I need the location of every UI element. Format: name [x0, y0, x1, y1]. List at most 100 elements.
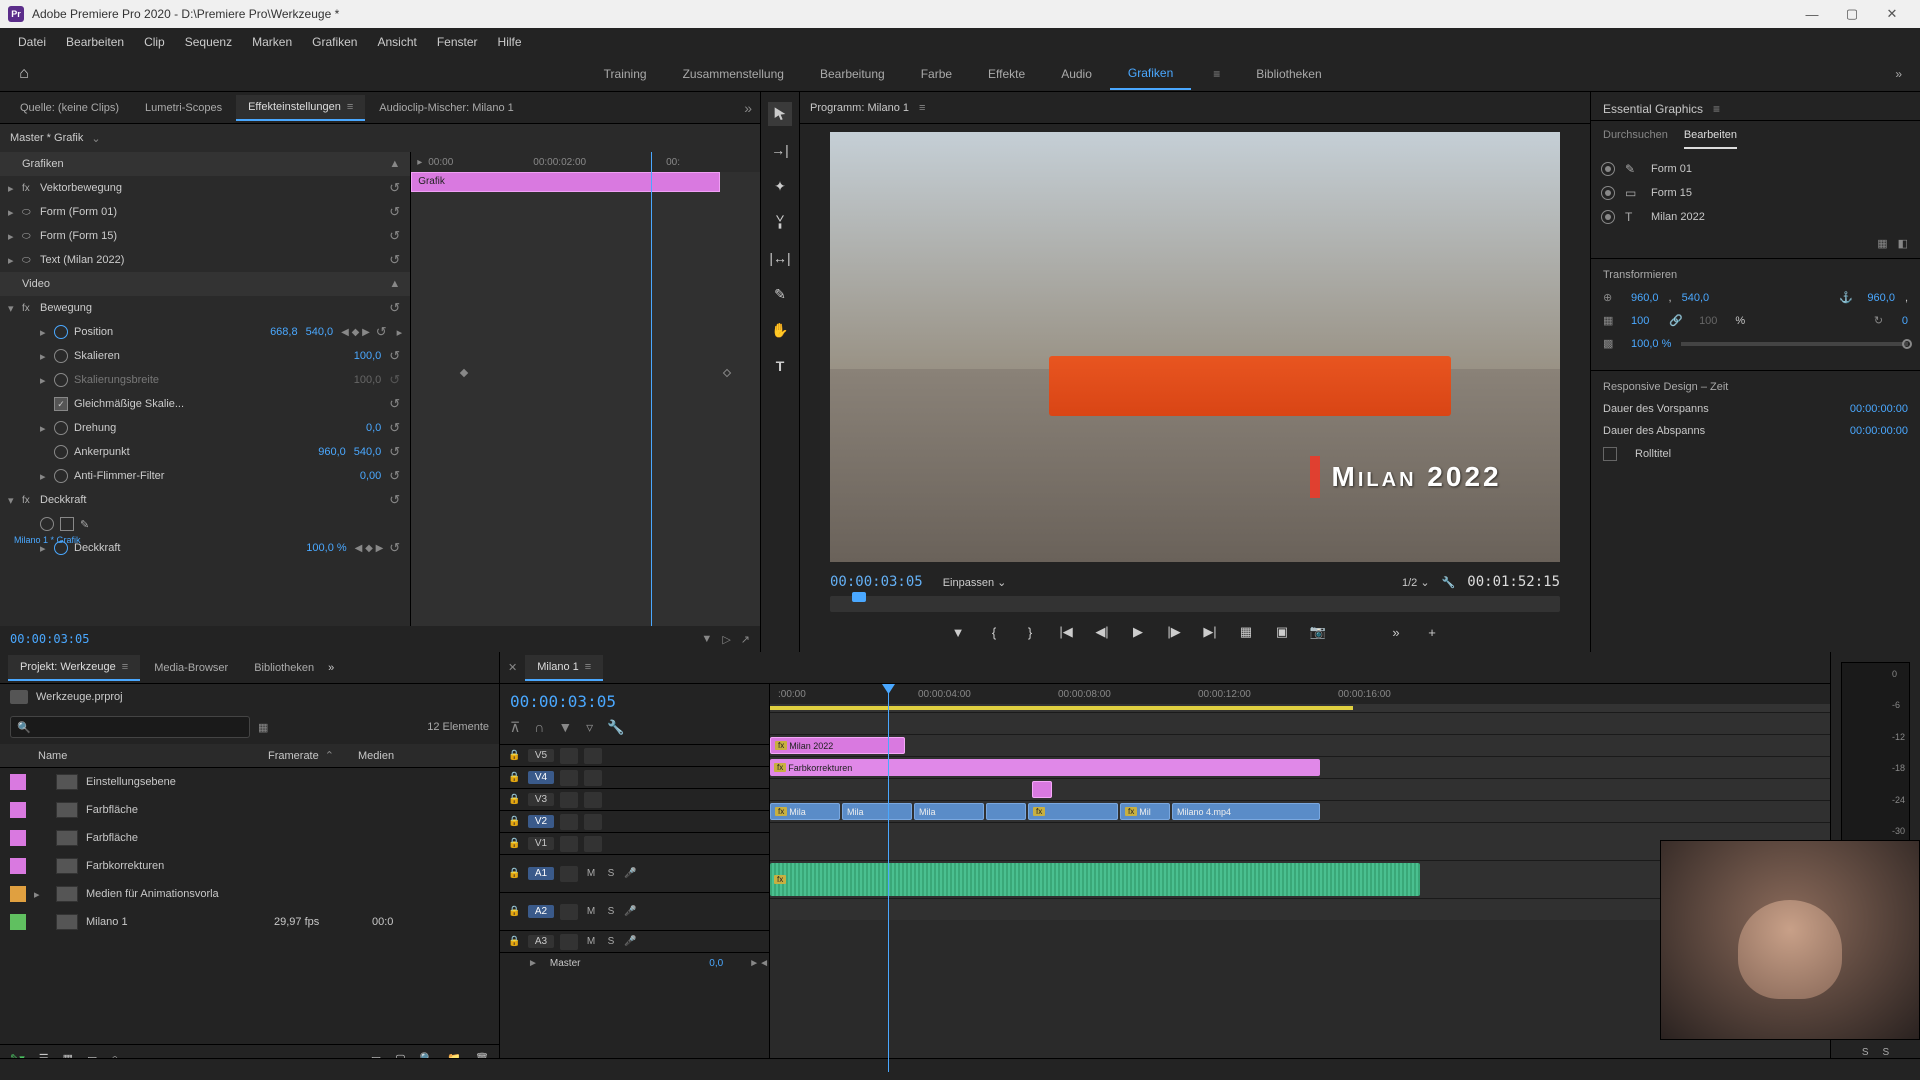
- ec-clip[interactable]: Milano 1 * Grafik: [10, 124, 81, 652]
- mark-out-button[interactable]: }: [1018, 620, 1042, 644]
- menu-fenster[interactable]: Fenster: [427, 31, 488, 53]
- menu-clip[interactable]: Clip: [134, 31, 175, 53]
- eg-outro[interactable]: Dauer des Abspanns00:00:00:00: [1603, 425, 1908, 437]
- play-only-icon[interactable]: ▷: [722, 633, 730, 646]
- tl-timecode[interactable]: 00:00:03:05: [510, 692, 616, 711]
- snap-icon[interactable]: ⊼: [510, 719, 520, 736]
- loop-icon[interactable]: ↗: [741, 633, 750, 646]
- ws-color[interactable]: Farbe: [903, 59, 970, 89]
- wrench-icon[interactable]: 🔧: [607, 719, 624, 736]
- ws-audio[interactable]: Audio: [1043, 59, 1110, 89]
- export-frame-button[interactable]: 📷: [1306, 620, 1330, 644]
- ws-overflow-icon[interactable]: »: [1877, 59, 1920, 89]
- tab-lumetri[interactable]: Lumetri-Scopes: [133, 96, 234, 120]
- eg-intro[interactable]: Dauer des Vorspanns00:00:00:00: [1603, 403, 1908, 415]
- track-select-tool[interactable]: →|: [768, 138, 792, 162]
- slip-tool[interactable]: |↔|: [768, 246, 792, 270]
- keyframe-diamond[interactable]: [723, 369, 731, 377]
- new-layer-icon[interactable]: ▦: [1877, 237, 1887, 250]
- solo-left[interactable]: S: [1862, 1047, 1869, 1058]
- maximize-button[interactable]: ▢: [1832, 0, 1872, 28]
- playhead[interactable]: [888, 684, 889, 1072]
- selection-tool[interactable]: [768, 102, 792, 126]
- program-viewer[interactable]: Milan 2022: [830, 132, 1560, 562]
- track-v1[interactable]: 🔒V1: [500, 832, 769, 854]
- menu-grafiken[interactable]: Grafiken: [302, 31, 367, 53]
- keyframe-diamond[interactable]: [460, 369, 468, 377]
- prog-timecode[interactable]: 00:00:03:05: [830, 574, 923, 590]
- add-button[interactable]: +: [1420, 620, 1444, 644]
- prog-fit-dropdown[interactable]: Einpassen ⌄: [943, 576, 1007, 589]
- eg-layer-form15[interactable]: ▭Form 15: [1601, 181, 1910, 205]
- ws-training[interactable]: Training: [586, 59, 665, 89]
- ws-assembly[interactable]: Zusammenstellung: [665, 59, 802, 89]
- wrench-icon[interactable]: 🔧: [1442, 576, 1456, 589]
- eg-roll[interactable]: Rolltitel: [1603, 447, 1908, 461]
- pen-tool[interactable]: ✎: [768, 282, 792, 306]
- ws-effects[interactable]: Effekte: [970, 59, 1043, 89]
- track-a3[interactable]: 🔒A3MS🎤: [500, 930, 769, 952]
- go-to-in-button[interactable]: |◀: [1054, 620, 1078, 644]
- tabs-overflow-icon[interactable]: »: [328, 662, 334, 674]
- tab-media-browser[interactable]: Media-Browser: [142, 656, 240, 680]
- prog-scrubber[interactable]: [830, 596, 1560, 612]
- view-icon[interactable]: ▦: [258, 721, 268, 734]
- linked-sel-icon[interactable]: ∩: [534, 719, 544, 736]
- tl-settings-icon[interactable]: ▿: [586, 719, 593, 736]
- group-layer-icon[interactable]: ◧: [1898, 237, 1908, 250]
- ec-graphic-clip[interactable]: Grafik: [411, 172, 720, 192]
- lift-button[interactable]: ▦: [1234, 620, 1258, 644]
- eg-position[interactable]: ⊕960,0,540,0⚓960,0,: [1603, 291, 1908, 304]
- ec-mini-timeline[interactable]: ▸ 00:00 00:00:02:00 00: Grafik: [410, 152, 760, 626]
- close-seq-icon[interactable]: ✕: [508, 661, 517, 674]
- close-button[interactable]: ✕: [1872, 0, 1912, 28]
- mark-in-button[interactable]: {: [982, 620, 1006, 644]
- menu-ansicht[interactable]: Ansicht: [367, 31, 426, 53]
- tab-libraries[interactable]: Bibliotheken: [242, 656, 326, 680]
- ws-graphics[interactable]: Grafiken: [1110, 58, 1191, 90]
- hand-tool[interactable]: ✋: [768, 318, 792, 342]
- track-v5[interactable]: 🔒V5: [500, 744, 769, 766]
- prog-res-dropdown[interactable]: 1/2 ⌄: [1402, 576, 1430, 589]
- extract-button[interactable]: ▣: [1270, 620, 1294, 644]
- button-editor-icon[interactable]: »: [1384, 620, 1408, 644]
- ec-playhead[interactable]: [651, 152, 652, 626]
- eg-scale[interactable]: ▦100🔗100%↻0: [1603, 314, 1908, 327]
- mark-in-icon[interactable]: ▼: [946, 620, 970, 644]
- ws-editing[interactable]: Bearbeitung: [802, 59, 903, 89]
- track-a1[interactable]: 🔒A1MS🎤: [500, 854, 769, 892]
- eg-opacity[interactable]: ▩100,0 %: [1603, 337, 1908, 350]
- razor-tool[interactable]: [768, 210, 792, 234]
- minimize-button[interactable]: —: [1792, 0, 1832, 28]
- track-v2[interactable]: 🔒V2: [500, 810, 769, 832]
- track-v3[interactable]: 🔒V3: [500, 788, 769, 810]
- eg-menu-icon[interactable]: ≡: [1713, 102, 1720, 116]
- menu-hilfe[interactable]: Hilfe: [488, 31, 532, 53]
- track-v4[interactable]: 🔒V4: [500, 766, 769, 788]
- ws-libraries[interactable]: Bibliotheken: [1238, 59, 1339, 89]
- tab-sequence[interactable]: Milano 1≡: [525, 655, 603, 681]
- marker-icon[interactable]: ▼: [558, 719, 572, 736]
- step-back-button[interactable]: ◀|: [1090, 620, 1114, 644]
- play-button[interactable]: ▶: [1126, 620, 1150, 644]
- eg-layer-form01[interactable]: ✎Form 01: [1601, 157, 1910, 181]
- filter-icon[interactable]: ▼: [701, 633, 712, 645]
- track-a2[interactable]: 🔒A2MS🎤: [500, 892, 769, 930]
- program-menu-icon[interactable]: ≡: [919, 102, 925, 114]
- menu-marken[interactable]: Marken: [242, 31, 302, 53]
- tabs-overflow-icon[interactable]: »: [744, 100, 752, 116]
- go-to-out-button[interactable]: ▶|: [1198, 620, 1222, 644]
- eg-tab-edit[interactable]: Bearbeiten: [1684, 129, 1737, 149]
- step-forward-button[interactable]: |▶: [1162, 620, 1186, 644]
- tab-effect-controls[interactable]: Effekteinstellungen≡: [236, 95, 365, 121]
- type-tool[interactable]: T: [768, 354, 792, 378]
- menu-sequenz[interactable]: Sequenz: [175, 31, 242, 53]
- ripple-tool[interactable]: ✦: [768, 174, 792, 198]
- timeline-ruler[interactable]: :00:00 00:00:04:00 00:00:08:00 00:00:12:…: [770, 684, 1830, 704]
- eg-tab-browse[interactable]: Durchsuchen: [1603, 129, 1668, 149]
- eg-layer-text[interactable]: TMilan 2022: [1601, 205, 1910, 229]
- track-master[interactable]: ►Master0,0►◄: [500, 952, 769, 974]
- solo-right[interactable]: S: [1883, 1047, 1890, 1058]
- ws-menu-icon[interactable]: ≡: [1195, 59, 1238, 89]
- tab-audio-mixer[interactable]: Audioclip-Mischer: Milano 1: [367, 96, 526, 120]
